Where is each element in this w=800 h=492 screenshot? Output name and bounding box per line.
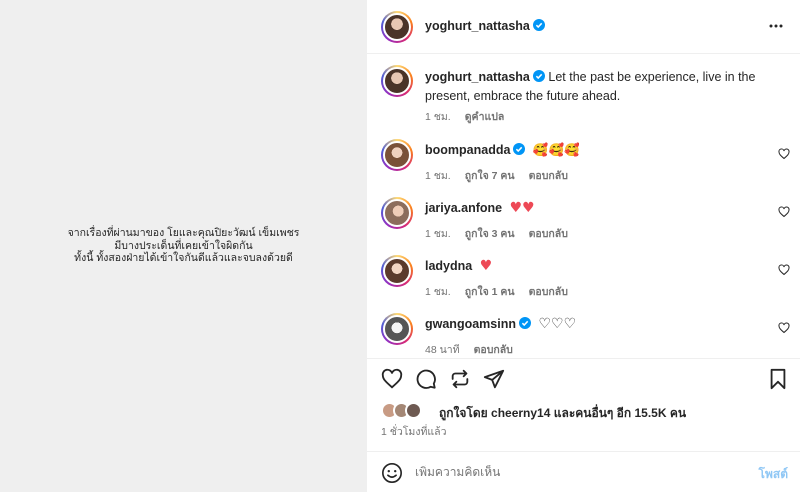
heart-icon[interactable] [381, 368, 403, 390]
more-icon[interactable] [768, 18, 784, 34]
post-timestamp[interactable]: 1 ชั่วโมงที่แล้ว [381, 423, 447, 440]
comment-likes[interactable]: ถูกใจ 3 คน [465, 228, 515, 240]
comment-input[interactable] [415, 465, 715, 479]
comment-meta: 1 ชม. ถูกใจ 1 คน ตอบกลับ [425, 283, 568, 300]
comment-avatar[interactable] [381, 197, 413, 229]
post-side-panel: yoghurt_nattasha yoghurt_nattasha Let th… [367, 0, 800, 492]
likes-count[interactable]: ถูกใจโดย cheerny14 และคนอื่นๆ อีก 15.5K … [439, 404, 686, 423]
comment-likes[interactable]: ถูกใจ 1 คน [465, 286, 515, 298]
comment-time[interactable]: 1 ชม. [425, 228, 451, 240]
author-username[interactable]: yoghurt_nattasha [425, 19, 545, 33]
verified-icon [532, 19, 545, 31]
reply-button[interactable]: ตอบกลับ [529, 286, 568, 298]
comment-body: ladydna ♥ [425, 258, 492, 274]
comment-like-icon[interactable] [778, 322, 790, 334]
comment-avatar[interactable] [381, 139, 413, 171]
comment-text: ♥ [479, 258, 493, 274]
comment-username[interactable]: jariya.anfone [425, 201, 502, 215]
image-text-line: จากเรื่องที่ผ่านมาของ โยและคุณปิยะวัฒน์ … [67, 227, 300, 240]
author-username-text[interactable]: yoghurt_nattasha [425, 19, 530, 33]
comment-like-icon[interactable] [778, 206, 790, 218]
translate-link[interactable]: ดูคำแปล [465, 111, 505, 123]
post-comment-button[interactable]: โพสต์ [759, 465, 788, 484]
action-bar [367, 358, 800, 396]
instagram-post-view: จากเรื่องที่ผ่านมาของ โยและคุณปิยะวัฒน์ … [0, 0, 800, 492]
emoji-icon[interactable] [381, 462, 403, 484]
likes-summary[interactable]: ถูกใจโดย cheerny14 และคนอื่นๆ อีก 15.5K … [381, 402, 800, 420]
comment-text: 🥰🥰🥰 [532, 142, 580, 157]
author-avatar[interactable] [381, 11, 413, 43]
comment-text: ♥♥ [509, 200, 535, 216]
comment-avatar[interactable] [381, 255, 413, 287]
caption-meta: 1 ชม. ดูคำแปล [425, 108, 504, 125]
post-image-text: จากเรื่องที่ผ่านมาของ โยและคุณปิยะวัฒน์ … [14, 227, 354, 265]
save-icon[interactable] [767, 368, 789, 390]
image-text-line: ทั้งนี้ ทั้งสองฝ่ายได้เข้าใจกันดีแล้วและ… [74, 252, 293, 265]
caption-avatar[interactable] [381, 65, 413, 97]
comment-body: jariya.anfone ♥♥ [425, 200, 535, 216]
comment-meta: 1 ชม. ถูกใจ 7 คน ตอบกลับ [425, 167, 568, 184]
send-icon[interactable] [483, 368, 505, 390]
comment-username[interactable]: ladydna [425, 259, 472, 273]
comment-username[interactable]: gwangoamsinn [425, 317, 516, 331]
reply-button[interactable]: ตอบกลับ [529, 228, 568, 240]
post-image[interactable]: จากเรื่องที่ผ่านมาของ โยและคุณปิยะวัฒน์ … [0, 0, 367, 492]
comment-time[interactable]: 1 ชม. [425, 286, 451, 298]
image-text-line: มีบางประเด็นที่เคยเข้าใจผิดกัน [114, 239, 253, 252]
reply-button[interactable]: ตอบกลับ [529, 170, 568, 182]
verified-icon [513, 143, 526, 155]
comment-like-icon[interactable] [778, 148, 790, 160]
reply-button[interactable]: ตอบกลับ [474, 344, 513, 356]
comment-body: boompanadda 🥰🥰🥰 [425, 142, 580, 158]
comment-meta: 48 นาที ตอบกลับ [425, 341, 513, 358]
comment-time[interactable]: 1 ชม. [425, 170, 451, 182]
comment-icon[interactable] [415, 368, 437, 390]
comment-meta: 1 ชม. ถูกใจ 3 คน ตอบกลับ [425, 225, 568, 242]
comment-like-icon[interactable] [778, 264, 790, 276]
comment-composer: โพสต์ [367, 451, 800, 492]
comment-username[interactable]: boompanadda [425, 143, 510, 157]
comment-likes[interactable]: ถูกใจ 7 คน [465, 170, 515, 182]
comment-text: ♡♡♡ [538, 316, 577, 332]
share-icon[interactable] [449, 368, 471, 390]
caption-time[interactable]: 1 ชม. [425, 111, 451, 123]
verified-icon [518, 317, 531, 329]
caption: yoghurt_nattasha Let the past be experie… [425, 68, 785, 106]
comment-body: gwangoamsinn ♡♡♡ [425, 316, 576, 332]
caption-username[interactable]: yoghurt_nattasha [425, 70, 530, 84]
liker-avatar [405, 402, 422, 419]
comment-avatar[interactable] [381, 313, 413, 345]
post-header: yoghurt_nattasha [367, 0, 800, 54]
comment-time[interactable]: 48 นาที [425, 344, 460, 356]
verified-icon [532, 70, 545, 82]
